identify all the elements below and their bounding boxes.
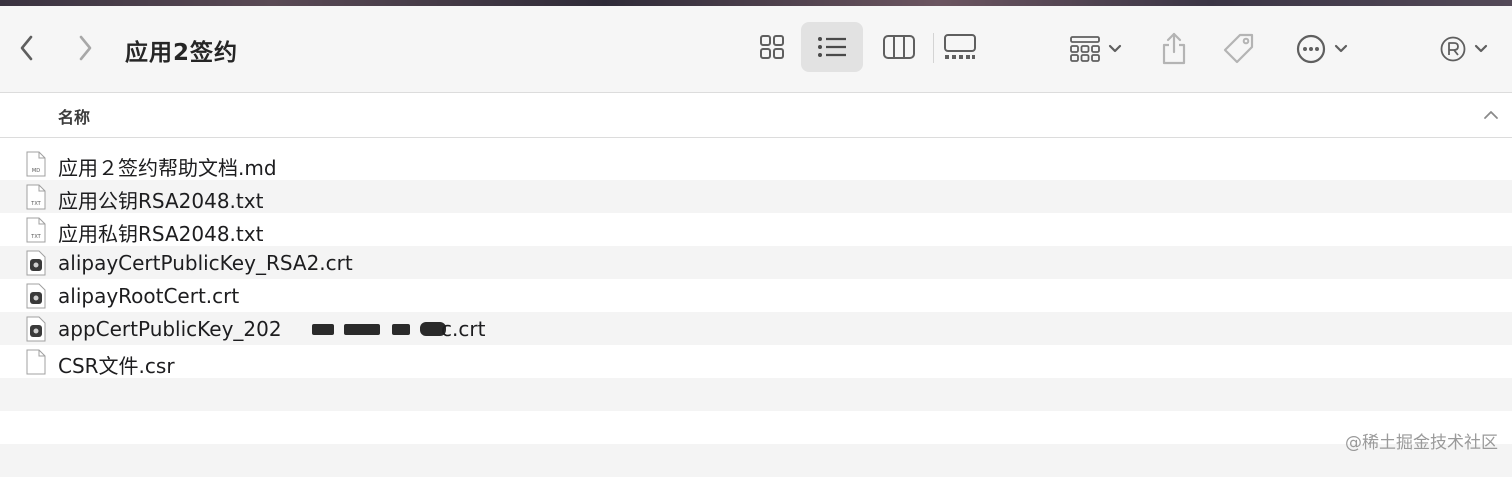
- markdown-file-icon: MD: [26, 151, 46, 177]
- file-icon-label: TXT: [30, 201, 41, 207]
- window-title: 应用2签约: [125, 40, 239, 66]
- chevron-down-icon: [1108, 44, 1122, 53]
- file-row[interactable]: TXT 应用私钥RSA2048.txt: [0, 213, 1512, 246]
- column-view-button[interactable]: [868, 22, 930, 72]
- icon-view-button[interactable]: [741, 22, 803, 72]
- forward-button[interactable]: [70, 28, 100, 68]
- grid-icon: [760, 35, 784, 59]
- file-name: 应用２签约帮助文档.md: [58, 156, 277, 180]
- list-view-button[interactable]: [801, 22, 863, 72]
- certificate-file-icon: [26, 316, 46, 342]
- redaction-block: [312, 324, 334, 335]
- file-name: 应用私钥RSA2048.txt: [58, 222, 264, 246]
- share-button[interactable]: [1156, 26, 1192, 70]
- empty-row: [0, 411, 1512, 444]
- chevron-down-icon: [1334, 44, 1348, 53]
- list-icon: [818, 37, 846, 57]
- account-button[interactable]: [1434, 28, 1494, 70]
- file-row[interactable]: appCertPublicKey_202 c.crt: [0, 312, 1512, 345]
- file-row[interactable]: TXT 应用公钥RSA2048.txt: [0, 180, 1512, 213]
- file-row[interactable]: MD 应用２签约帮助文档.md: [0, 147, 1512, 180]
- redaction-block: [344, 324, 380, 335]
- file-row[interactable]: CSR文件.csr: [0, 345, 1512, 378]
- chevron-down-icon: [1474, 44, 1488, 53]
- columns-icon: [883, 35, 915, 59]
- finder-toolbar: 应用2签约: [0, 6, 1512, 93]
- file-name-suffix: c.crt: [441, 317, 486, 341]
- file-list: MD 应用２签约帮助文档.md TXT 应用公钥RSA2048.txt TXT …: [0, 147, 1512, 477]
- group-by-button[interactable]: [1064, 30, 1128, 68]
- chevron-right-icon: [79, 35, 92, 61]
- file-row[interactable]: alipayRootCert.crt: [0, 279, 1512, 312]
- file-icon-label: TXT: [30, 234, 41, 240]
- empty-row: [0, 378, 1512, 411]
- gallery-view-button[interactable]: [929, 22, 991, 72]
- file-name: appCertPublicKey_202: [58, 317, 282, 341]
- back-button[interactable]: [12, 28, 42, 68]
- sort-ascending-icon[interactable]: [1482, 106, 1500, 124]
- certificate-file-icon: [26, 250, 46, 276]
- gallery-icon: [944, 34, 976, 59]
- share-icon: [1162, 32, 1186, 65]
- empty-row: [0, 444, 1512, 477]
- ellipsis-circle-icon: [1296, 34, 1326, 64]
- text-file-icon: TXT: [26, 217, 46, 243]
- name-column-header[interactable]: 名称: [58, 104, 90, 128]
- generic-file-icon: [26, 349, 46, 375]
- text-file-icon: TXT: [26, 184, 46, 210]
- watermark: @稀土掘金技术社区: [1345, 433, 1498, 453]
- tag-button[interactable]: [1218, 28, 1260, 70]
- file-name: 应用公钥RSA2048.txt: [58, 189, 264, 213]
- certificate-file-icon: [26, 283, 46, 309]
- file-name: alipayCertPublicKey_RSA2.crt: [58, 251, 353, 275]
- file-row[interactable]: alipayCertPublicKey_RSA2.crt: [0, 246, 1512, 279]
- tag-icon: [1223, 33, 1254, 64]
- file-icon-label: MD: [32, 168, 40, 174]
- file-name: alipayRootCert.crt: [58, 284, 240, 308]
- more-actions-button[interactable]: [1290, 28, 1354, 70]
- file-name: CSR文件.csr: [58, 354, 175, 378]
- chevron-left-icon: [20, 35, 33, 61]
- column-header-row: 名称: [0, 94, 1512, 138]
- redaction-block: [392, 324, 410, 335]
- registered-icon: [1440, 36, 1466, 62]
- group-by-icon: [1070, 36, 1100, 62]
